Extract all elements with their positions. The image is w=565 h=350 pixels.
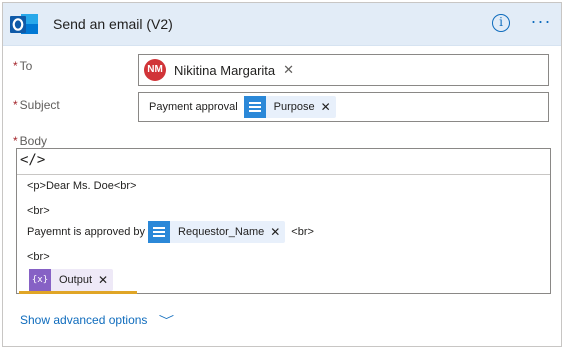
remove-output-icon[interactable]: ✕ [98,273,113,287]
subject-label-text: Subject [19,98,60,112]
remove-requestor-icon[interactable]: ✕ [270,225,285,239]
body-line: <br> [27,205,50,217]
body-line-suffix: <br> [291,226,314,238]
outlook-icon [10,14,38,34]
remove-recipient-icon[interactable]: ✕ [283,62,294,78]
body-label-text: Body [19,134,48,148]
requestor-token[interactable]: Requestor_Name ✕ [148,221,286,243]
to-label-text: To [19,59,33,73]
output-token-label: Output [59,274,93,286]
body-label: * Body [13,134,47,148]
dynamic-content-icon [148,221,171,243]
recipient-token: NM Nikitina Margarita ✕ [144,59,294,81]
to-label: * To [13,59,32,73]
remove-purpose-icon[interactable]: ✕ [321,100,336,114]
show-advanced-options-link[interactable]: Show advanced options ﹀ [20,312,174,328]
recipient-name: Nikitina Margarita [174,62,276,78]
purpose-token[interactable]: Purpose ✕ [243,96,336,118]
focus-indicator [19,291,137,294]
required-mark: * [13,59,18,73]
body-line: <p>Dear Ms. Doe<br> [27,180,137,192]
expression-icon: {x} [29,269,51,291]
required-mark: * [13,134,18,148]
more-options-icon[interactable]: ··· [529,11,553,31]
body-line-text: Payemnt is approved by [27,226,146,238]
info-icon[interactable]: i [492,14,510,32]
subject-field[interactable]: Payment approval Purpose ✕ [138,92,549,122]
output-token[interactable]: {x} Output ✕ [29,269,114,291]
chevron-down-icon: ﹀ [158,315,174,327]
to-field[interactable]: NM Nikitina Margarita ✕ [138,54,549,86]
body-line: <br> [27,251,50,263]
purpose-token-label: Purpose [273,101,315,113]
advanced-options-label: Show advanced options [20,313,148,327]
code-view-icon[interactable]: </> [20,152,45,168]
required-mark: * [13,98,18,112]
subject-text: Payment approval [149,101,238,113]
editor-toolbar: </> [17,149,550,175]
requestor-token-label: Requestor_Name [178,226,265,238]
action-title: Send an email (V2) [53,16,173,32]
subject-label: * Subject [13,98,60,112]
dynamic-content-icon [243,96,266,118]
body-line: Payemnt is approved by Requestor_Name ✕ … [27,221,314,243]
avatar: NM [144,59,166,81]
body-line: {x} Output ✕ [29,269,114,291]
action-card: Send an email (V2) i ··· * To NM Nikitina… [2,2,562,347]
action-header[interactable]: Send an email (V2) i ··· [3,3,561,46]
